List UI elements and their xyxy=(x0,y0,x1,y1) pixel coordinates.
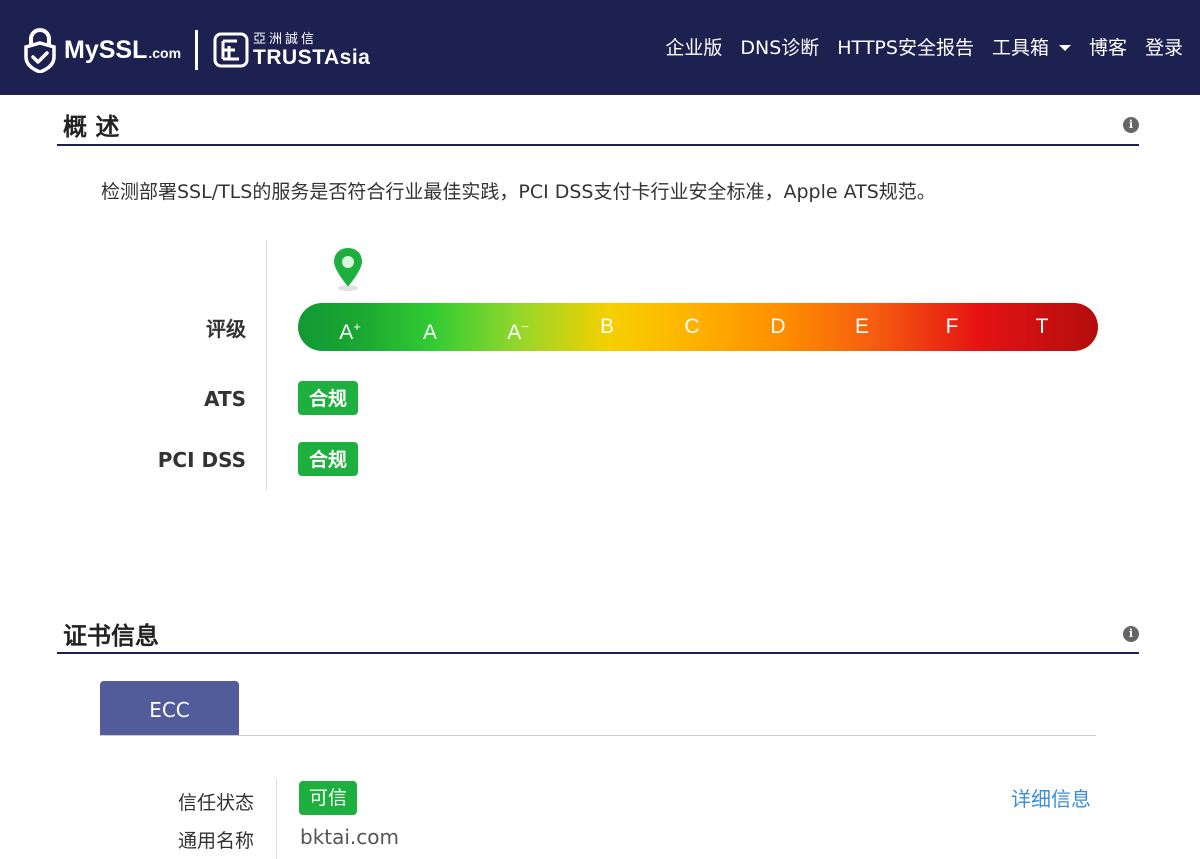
grade-a: A xyxy=(422,321,437,344)
grade-f: F xyxy=(945,315,959,338)
map-pin-icon xyxy=(334,248,362,291)
details-link[interactable]: 详细信息 xyxy=(1011,783,1091,812)
cert-divider xyxy=(57,652,1139,654)
grade-b: B xyxy=(599,315,614,338)
trustasia-icon xyxy=(213,32,249,68)
tab-ecc[interactable]: ECC xyxy=(100,681,239,736)
common-name-value: bktai.com xyxy=(300,825,400,849)
grade-a-minus: A− xyxy=(507,319,529,344)
pci-dss-label: PCI DSS xyxy=(157,448,246,472)
trust-status-badge: 可信 xyxy=(299,781,357,815)
brand-main: MySSL xyxy=(64,35,148,64)
top-navbar: MySSL .com 亞洲誠信 TRUSTAsia 企业版 DNS诊断 HTTP… xyxy=(0,0,1200,95)
info-icon[interactable]: i xyxy=(1123,626,1139,642)
cert-vertical-divider xyxy=(276,778,277,859)
nav-toolbox[interactable]: 工具箱 xyxy=(992,33,1071,60)
nav-https-report[interactable]: HTTPS安全报告 xyxy=(837,33,974,60)
chevron-down-icon xyxy=(1058,44,1071,51)
nav-blog[interactable]: 博客 xyxy=(1089,33,1127,60)
logo-divider xyxy=(195,30,199,70)
nav-toolbox-label: 工具箱 xyxy=(991,37,1049,59)
nav-dns-diagnosis[interactable]: DNS诊断 xyxy=(740,33,819,60)
info-icon[interactable]: i xyxy=(1123,117,1139,133)
partner-en: TRUSTAsia xyxy=(253,46,371,69)
overview-description: 检测部署SSL/TLS的服务是否符合行业最佳实践，PCI DSS支付卡行业安全标… xyxy=(101,181,936,203)
site-logo[interactable]: MySSL .com 亞洲誠信 TRUSTAsia xyxy=(22,26,370,74)
tab-underline xyxy=(100,735,1096,736)
nav-menu: 企业版 DNS诊断 HTTPS安全报告 工具箱 博客 登录 xyxy=(647,33,1183,60)
ats-status-badge: 合规 xyxy=(298,381,358,415)
partner-wordmark: 亞洲誠信 TRUSTAsia xyxy=(253,32,370,68)
grade-e: E xyxy=(854,315,869,338)
brand-wordmark: MySSL .com xyxy=(64,36,181,65)
grade-a-plus: A+ xyxy=(339,319,361,344)
grade-c: C xyxy=(684,315,700,338)
overview-divider xyxy=(57,144,1139,146)
trust-status-label: 信任状态 xyxy=(177,792,254,814)
lock-check-icon xyxy=(24,28,56,73)
brand-suffix: .com xyxy=(148,44,182,61)
ats-label: ATS xyxy=(204,387,246,411)
grade-t: T xyxy=(1035,315,1049,338)
overview-vertical-divider xyxy=(266,240,267,490)
overview-title: 概 述 xyxy=(63,113,120,141)
nav-login[interactable]: 登录 xyxy=(1145,33,1183,60)
rating-label: 评级 xyxy=(206,317,246,341)
common-name-label: 通用名称 xyxy=(177,830,254,852)
grade-d: D xyxy=(770,315,786,338)
nav-enterprise[interactable]: 企业版 xyxy=(665,33,722,60)
cert-section-title: 证书信息 xyxy=(63,622,159,650)
partner-cn: 亞洲誠信 xyxy=(253,31,318,46)
grade-scale-bar: A+ A A− B C D E F T xyxy=(298,303,1098,351)
pci-status-badge: 合规 xyxy=(298,442,358,476)
